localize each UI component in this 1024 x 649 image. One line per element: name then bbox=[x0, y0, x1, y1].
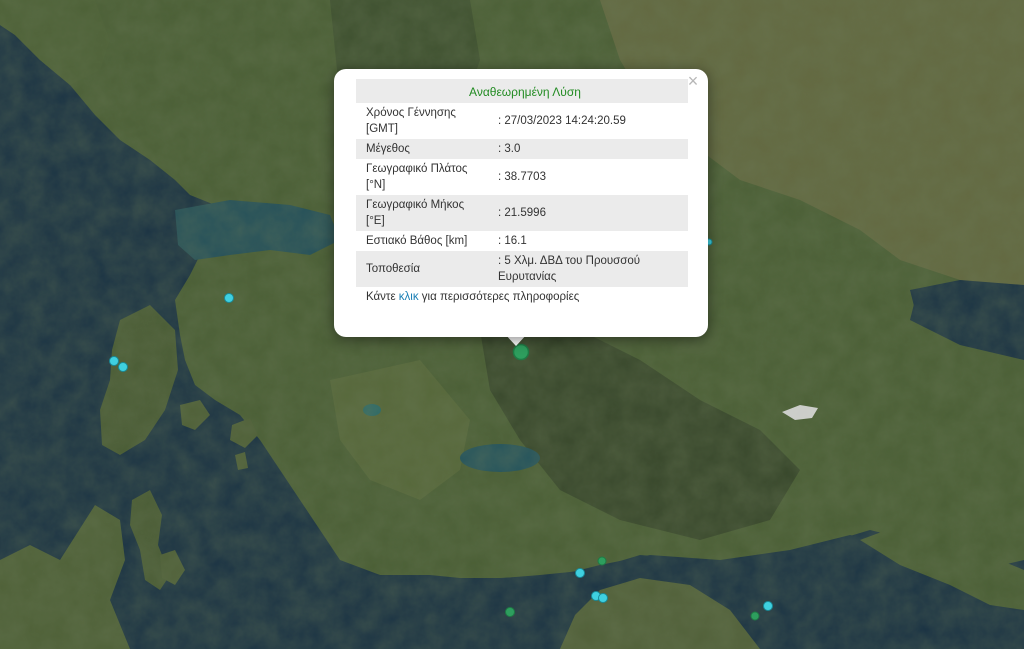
earthquake-marker[interactable] bbox=[109, 356, 119, 366]
earthquake-marker[interactable] bbox=[763, 601, 773, 611]
more-info-text: Κάντε κλικ για περισσότερες πληροφορίες bbox=[356, 291, 688, 303]
depth-label: Εστιακό Βάθος [km] bbox=[366, 235, 468, 247]
earthquake-info-popup: × Αναθεωρημένη Λύση Χρόνος Γέννησης [GMT… bbox=[334, 69, 708, 337]
earthquake-marker[interactable] bbox=[224, 293, 234, 303]
table-row: Εστιακό Βάθος [km] : 16.1 bbox=[356, 231, 688, 251]
selected-earthquake-marker[interactable] bbox=[512, 343, 530, 361]
table-row: Μέγεθος : 3.0 bbox=[356, 139, 688, 159]
earthquake-marker[interactable] bbox=[505, 607, 515, 617]
more-info-link[interactable]: κλικ bbox=[399, 291, 419, 303]
earthquake-info-table: Αναθεωρημένη Λύση Χρόνος Γέννησης [GMT] … bbox=[356, 79, 688, 287]
table-row: Γεωγραφικό Πλάτος [°N] : 38.7703 bbox=[356, 159, 688, 195]
latitude-label: Γεωγραφικό Πλάτος [°N] bbox=[366, 163, 468, 191]
table-row: Χρόνος Γέννησης [GMT] : 27/03/2023 14:24… bbox=[356, 103, 688, 139]
earthquake-marker[interactable] bbox=[597, 556, 607, 566]
earthquake-marker[interactable] bbox=[750, 611, 760, 621]
popup-title: Αναθεωρημένη Λύση bbox=[356, 79, 688, 103]
longitude-label: Γεωγραφικό Μήκος [°E] bbox=[356, 195, 488, 231]
location-label: Τοποθεσία bbox=[356, 251, 488, 287]
magnitude-label: Μέγεθος bbox=[356, 139, 488, 159]
origin-time-value: : 27/03/2023 14:24:20.59 bbox=[498, 115, 626, 127]
magnitude-value: : 3.0 bbox=[488, 139, 688, 159]
longitude-value: : 21.5996 bbox=[488, 195, 688, 231]
latitude-value: : 38.7703 bbox=[498, 171, 546, 183]
depth-value: : 16.1 bbox=[498, 235, 527, 247]
close-icon[interactable]: × bbox=[684, 72, 702, 90]
more-info-suffix: για περισσότερες πληροφορίες bbox=[418, 291, 580, 303]
earthquake-marker[interactable] bbox=[598, 593, 608, 603]
location-value: : 5 Χλμ. ΔΒΔ του Προυσσού Ευρυτανίας bbox=[488, 251, 688, 287]
earthquake-marker[interactable] bbox=[575, 568, 585, 578]
more-info-prefix: Κάντε bbox=[366, 291, 399, 303]
table-row: Γεωγραφικό Μήκος [°E] : 21.5996 bbox=[356, 195, 688, 231]
origin-time-label: Χρόνος Γέννησης [GMT] bbox=[366, 107, 456, 135]
earthquake-marker[interactable] bbox=[118, 362, 128, 372]
table-header-row: Αναθεωρημένη Λύση bbox=[356, 79, 688, 103]
table-row: Τοποθεσία : 5 Χλμ. ΔΒΔ του Προυσσού Ευρυ… bbox=[356, 251, 688, 287]
